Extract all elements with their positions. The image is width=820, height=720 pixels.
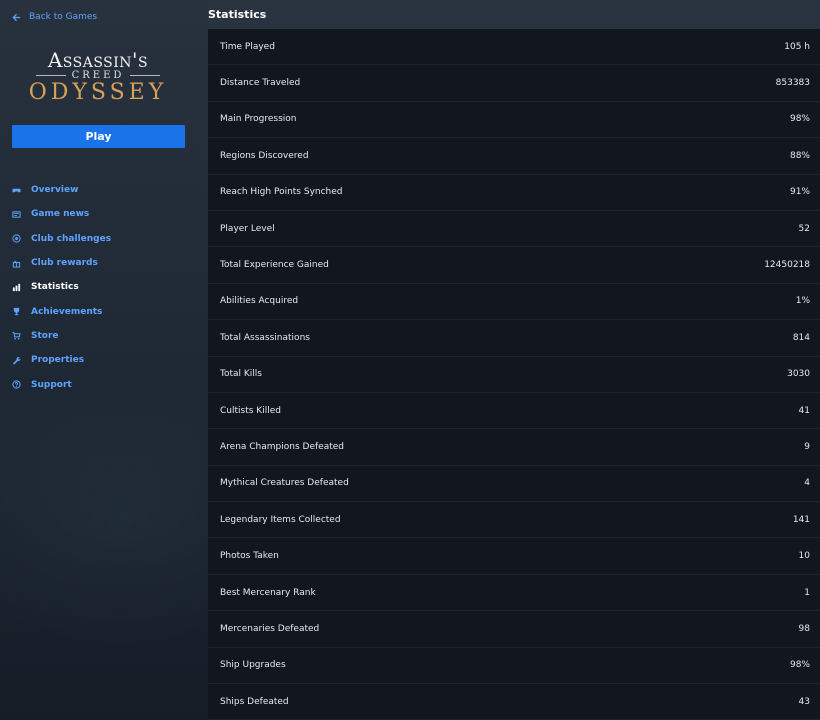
stat-row: Mythical Creatures Defeated 4 [208,466,820,503]
stat-label: Time Played [220,41,275,52]
back-label: Back to Games [29,12,98,22]
stat-label: Mythical Creatures Defeated [220,478,349,489]
stat-label: Photos Taken [220,551,279,562]
sidebar-item-label: Game news [31,209,90,220]
stat-row: Legendary Items Collected 141 [208,502,820,539]
stat-label: Distance Traveled [220,78,301,89]
logo-line-2: CREED [28,70,168,81]
stat-value: 10 [798,551,810,562]
back-to-games-link[interactable]: Back to Games [12,10,97,24]
page-title: Statistics [208,8,267,21]
stat-value: 52 [798,223,810,234]
stat-label: Total Kills [220,369,262,380]
stat-label: Legendary Items Collected [220,514,341,525]
help-icon [12,380,21,389]
news-icon [12,210,21,219]
stat-value: 1% [795,296,810,307]
play-button[interactable]: Play [12,125,185,148]
stat-label: Ship Upgrades [220,660,286,671]
stat-label: Regions Discovered [220,150,309,161]
sidebar-item-label: Overview [31,185,79,196]
sidebar-item-label: Statistics [31,282,79,293]
stat-value: 41 [798,405,810,416]
stat-row: Total Kills 3030 [208,357,820,393]
stat-label: Mercenaries Defeated [220,623,320,634]
stat-value: 141 [792,514,810,525]
stat-row: Cultists Killed 41 [208,393,820,430]
stat-row: Distance Traveled 853383 [208,65,820,102]
stat-label: Best Mercenary Rank [220,587,316,598]
stat-row: Ships Defeated 43 [208,684,820,720]
sidebar-nav: Overview Game news Club challenges Club rew… [0,178,208,397]
stat-row: Ship Upgrades 98% [208,648,820,685]
stat-label: Arena Champions Defeated [220,441,344,452]
sidebar-item-label: Store [31,330,59,341]
sidebar: Back to Games Assassin's CREED ODYSSEY P… [0,0,208,720]
sidebar-item-store[interactable]: Store [0,324,208,348]
stat-value: 105 h [784,41,810,52]
stat-value: 98% [789,114,810,125]
page-header: Statistics [208,0,820,29]
sidebar-item-support[interactable]: Support [0,372,208,396]
sidebar-item-label: Club rewards [31,258,98,269]
statistics-list: Time Played 105 h Distance Traveled 853383 M… [208,29,820,720]
stat-value: 3030 [787,369,810,380]
trophy-icon [12,307,21,316]
logo-line-3: ODYSSEY [28,80,168,105]
sidebar-item-label: Club challenges [31,233,112,244]
game-logo: Assassin's CREED ODYSSEY [28,50,168,105]
stat-value: 12450218 [764,260,810,271]
stat-value: 9 [804,441,810,452]
stat-label: Cultists Killed [220,405,281,416]
stat-row: Photos Taken 10 [208,538,820,575]
stat-row: Total Assassinations 814 [208,320,820,357]
stat-row: Time Played 105 h [208,29,820,66]
cart-icon [12,331,21,340]
stat-label: Reach High Points Synched [220,187,343,198]
target-icon [12,234,21,243]
sidebar-item-overview[interactable]: Overview [0,178,208,202]
sidebar-item-label: Properties [31,355,85,366]
stat-value: 98 [798,623,810,634]
stat-row: Regions Discovered 88% [208,138,820,175]
stat-value: 43 [798,696,810,707]
stat-row: Arena Champions Defeated 9 [208,429,820,466]
stat-row: Main Progression 98% [208,102,820,139]
sidebar-item-club-challenges[interactable]: Club challenges [0,227,208,251]
stat-value: 853383 [775,78,810,89]
stat-row: Reach High Points Synched 91% [208,175,820,211]
gift-icon [12,259,21,268]
stat-value: 4 [804,478,810,489]
sidebar-item-label: Achievements [31,306,103,317]
gamepad-icon [12,186,21,195]
stat-value: 88% [789,150,810,161]
stat-row: Player Level 52 [208,211,820,248]
sidebar-item-properties[interactable]: Properties [0,348,208,372]
logo-line-1: Assassin's [47,48,149,72]
wrench-icon [12,356,21,365]
arrow-left-icon [12,13,21,21]
bar-chart-icon [12,283,21,292]
stat-value: 1 [804,587,810,598]
sidebar-item-achievements[interactable]: Achievements [0,299,208,323]
stat-label: Abilities Acquired [220,296,299,307]
sidebar-item-game-news[interactable]: Game news [0,202,208,226]
stat-label: Player Level [220,223,275,234]
stat-row: Total Experience Gained 12450218 [208,247,820,284]
stat-label: Total Experience Gained [220,260,329,271]
stat-value: 98% [789,660,810,671]
stat-value: 91% [789,187,810,198]
stat-row: Mercenaries Defeated 98 [208,611,820,648]
stat-row: Best Mercenary Rank 1 [208,575,820,612]
sidebar-item-statistics[interactable]: Statistics [0,275,208,299]
sidebar-item-club-rewards[interactable]: Club rewards [0,251,208,275]
stat-value: 814 [792,332,810,343]
sidebar-item-label: Support [31,379,72,390]
stat-row: Abilities Acquired 1% [208,284,820,321]
stat-label: Ships Defeated [220,696,289,707]
stat-label: Total Assassinations [220,332,310,343]
stat-label: Main Progression [220,114,297,125]
